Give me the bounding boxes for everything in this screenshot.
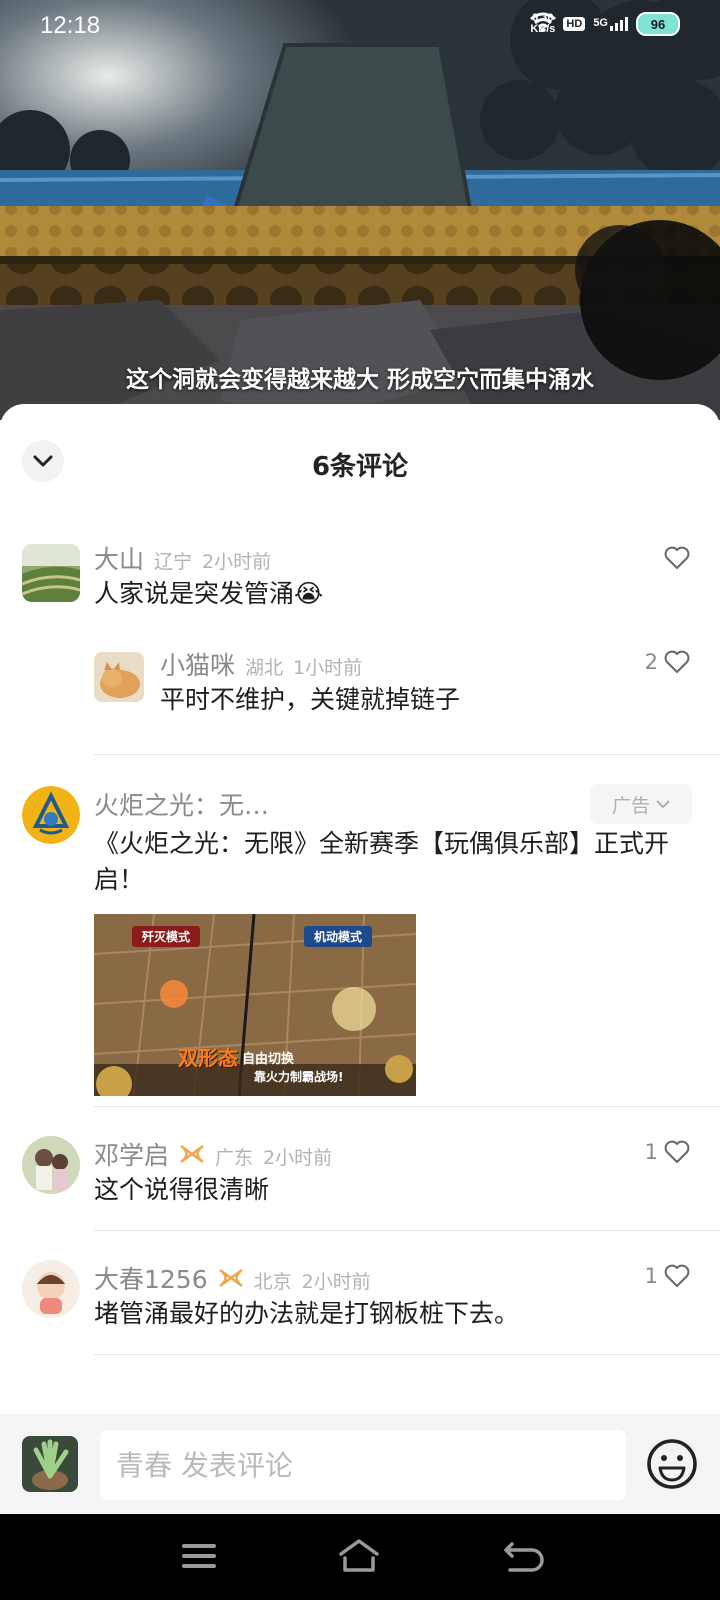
comment-location: 湖北 <box>245 657 284 679</box>
comment-time: 1小时前 <box>293 657 363 679</box>
ad-label: 广告 <box>611 794 650 817</box>
ad-options-button[interactable]: 广告 <box>590 784 692 824</box>
video-subtitle: 这个洞就会变得越来越大 形成空穴而集中涌水 <box>125 367 594 393</box>
like-count: 1 <box>644 1264 658 1288</box>
user-name[interactable]: 大春1256 <box>94 1260 208 1296</box>
avatar[interactable] <box>22 1136 80 1194</box>
video-player[interactable]: 12:18 0.30 KB/s HD 5G 96 这个洞就会变得越来 <box>0 0 720 420</box>
back-icon[interactable] <box>498 1536 544 1576</box>
comment-text[interactable]: 平时不维护，关键就掉链子 <box>160 682 460 718</box>
like-button[interactable] <box>658 546 690 570</box>
my-avatar[interactable] <box>22 1436 78 1492</box>
comment-meta: 邓学启 广东 2小时前 <box>94 1136 332 1172</box>
divider <box>94 754 720 755</box>
comment-meta: 大春1256 北京 2小时前 <box>94 1260 371 1296</box>
heart-icon <box>664 650 690 673</box>
heart-icon <box>664 546 690 569</box>
like-button[interactable]: 1 <box>645 1264 690 1288</box>
status-icons: 0.30 KB/s HD 5G 96 <box>530 12 680 36</box>
avatar[interactable] <box>22 1260 80 1318</box>
like-button[interactable]: 2 <box>645 650 690 674</box>
comment-input[interactable] <box>100 1430 626 1500</box>
status-bar: 12:18 0.30 KB/s HD 5G 96 <box>0 0 720 56</box>
ad-image-tag-right: 机动模式 <box>304 926 373 947</box>
advertiser-name[interactable]: 火炬之光：无… <box>94 786 269 822</box>
comment-meta: 大山 辽宁 2小时前 <box>94 540 271 576</box>
comment-location: 北京 <box>253 1271 292 1293</box>
chevron-down-icon <box>656 799 670 808</box>
comment-meta: 小猫咪 湖北 1小时前 <box>160 646 362 682</box>
comment-meta: 火炬之光：无… <box>94 786 269 822</box>
status-time: 12:18 <box>40 12 101 39</box>
heart-icon <box>664 1264 690 1287</box>
avatar[interactable] <box>94 652 144 702</box>
home-icon[interactable] <box>336 1536 382 1576</box>
comment-location: 辽宁 <box>154 551 193 573</box>
user-name[interactable]: 小猫咪 <box>160 646 235 682</box>
avatar[interactable] <box>22 544 80 602</box>
comment-text[interactable]: 人家说是突发管涌😭 <box>94 576 323 612</box>
comment-time: 2小时前 <box>263 1147 333 1169</box>
signal-icon: 5G <box>593 17 628 31</box>
heart-icon <box>664 1140 690 1163</box>
fan-badge-icon <box>180 1144 204 1164</box>
comment-input-bar <box>0 1414 720 1514</box>
like-count: 1 <box>644 1140 658 1164</box>
comment-text[interactable]: 堵管涌最好的办法就是打钢板桩下去。 <box>94 1296 519 1332</box>
ad-image[interactable]: 歼灭模式 机动模式 双形态 自由切换 靠火力制霸战场! <box>94 914 416 1096</box>
hd-icon: HD <box>563 17 586 31</box>
ad-image-caption-main: 双形态 <box>178 1046 238 1070</box>
user-name[interactable]: 邓学启 <box>94 1136 169 1172</box>
comment-text[interactable]: 这个说得很清晰 <box>94 1172 269 1208</box>
ad-image-caption-bottom: 靠火力制霸战场! <box>254 1070 344 1084</box>
emoji-button[interactable] <box>644 1436 700 1492</box>
fan-badge-icon <box>218 1268 243 1288</box>
comment-time: 2小时前 <box>301 1271 371 1293</box>
ad-avatar[interactable] <box>22 786 80 844</box>
battery-indicator: 96 <box>636 12 680 36</box>
divider <box>94 1106 720 1107</box>
menu-icon[interactable] <box>176 1536 222 1576</box>
like-button[interactable]: 1 <box>645 1140 690 1164</box>
video-frame <box>0 0 720 420</box>
divider <box>94 1230 720 1231</box>
user-name[interactable]: 大山 <box>94 540 144 576</box>
ad-image-tag-left: 歼灭模式 <box>132 926 201 947</box>
wifi-icon <box>530 12 557 32</box>
comment-location: 广东 <box>215 1147 254 1169</box>
ad-image-caption-sub: 自由切换 <box>242 1052 295 1067</box>
system-nav-bar <box>0 1514 720 1600</box>
divider <box>94 1354 720 1355</box>
emoji-icon <box>647 1439 697 1489</box>
comments-sheet: 6条评论 大山 辽宁 2小时前 人家说是突发管涌😭 小猫咪 湖北 1小时前 平时… <box>0 404 720 1514</box>
like-count: 2 <box>644 650 658 674</box>
comments-count-title: 6条评论 <box>311 452 409 482</box>
comment-time: 2小时前 <box>202 551 272 573</box>
ad-text[interactable]: 《火炬之光：无限》全新赛季【玩偶俱乐部】正式开启！ <box>94 826 694 898</box>
